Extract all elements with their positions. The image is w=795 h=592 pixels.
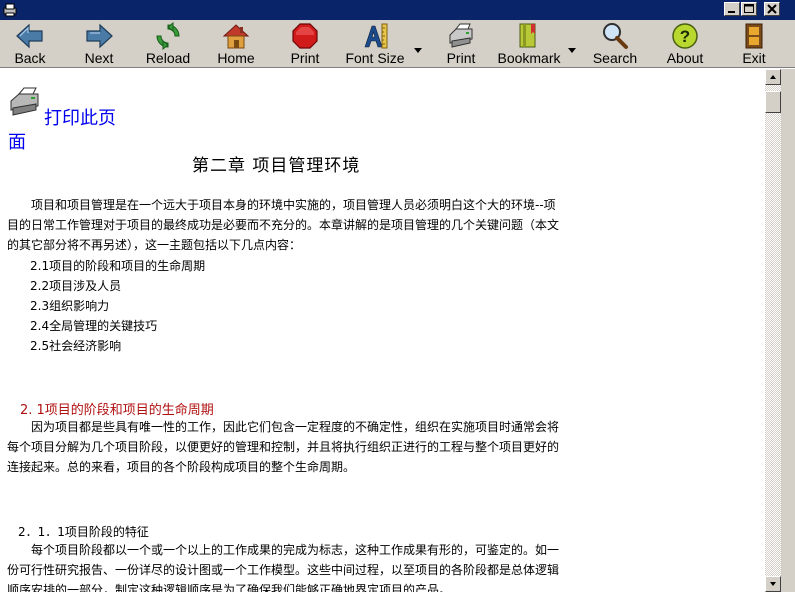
font-size-label: Font Size	[345, 50, 405, 66]
scroll-up-icon	[770, 75, 776, 79]
back-button[interactable]: Back	[12, 22, 48, 66]
toolbar: Back Next Reload Home Print Font Size Pr…	[0, 20, 795, 68]
subsection-line-2: 份可行性研究报告、一份详尽的设计图或一个工作模型。这些中间过程，以至项目的各阶段…	[7, 563, 560, 577]
reload-label: Reload	[145, 50, 191, 66]
back-arrow-icon	[14, 22, 46, 50]
toc-item: 2.2项目涉及人员	[30, 279, 122, 293]
stop-print-button[interactable]: Print	[288, 22, 322, 66]
print-page-link-line2[interactable]: 面	[8, 131, 26, 155]
home-button[interactable]: Home	[216, 22, 256, 66]
exit-label: Exit	[742, 50, 766, 66]
help-icon: ?	[669, 22, 701, 50]
scrollbar-thumb[interactable]	[765, 91, 781, 113]
app-icon[interactable]	[2, 2, 18, 18]
font-size-icon	[359, 22, 391, 50]
subsection-heading: 2．1．1项目阶段的特征	[18, 525, 149, 539]
search-label: Search	[592, 50, 638, 66]
reload-icon	[152, 22, 184, 50]
magnifier-icon	[599, 22, 631, 50]
intro-line-2: 目的日常工作管理对于项目的最终成功是必要而不充分的。本章讲解的是项目管理的几个关…	[7, 218, 560, 232]
scrollbar-track[interactable]	[765, 69, 781, 592]
font-size-button[interactable]: Font Size	[345, 22, 405, 66]
next-button[interactable]: Next	[82, 22, 116, 66]
subsection-line-1: 每个项目阶段都以一个或一个以上的工作成果的完成为标志，这种工作成果有形的，可鉴定…	[31, 543, 560, 557]
document-view: 打印此页 面 第二章 项目管理环境 项目和项目管理是在一个远大于项目本身的环境中…	[0, 69, 778, 592]
maximize-icon	[744, 4, 754, 13]
subsection-paragraph: 每个项目阶段都以一个或一个以上的工作成果的完成为标志，这种工作成果有形的，可鉴定…	[7, 540, 562, 592]
bookmark-button[interactable]: Bookmark	[497, 22, 561, 66]
section-line-1: 因为项目都是些具有唯一性的工作，因此它们包含一定程度的不确定性，组织在实施项目时…	[31, 420, 560, 434]
close-icon	[767, 4, 777, 14]
about-label: About	[666, 50, 704, 66]
bookmark-dropdown-icon[interactable]	[567, 40, 577, 53]
print-page-link-line1[interactable]: 打印此页	[44, 107, 116, 131]
home-label: Home	[217, 50, 255, 66]
exit-button[interactable]: Exit	[740, 22, 768, 66]
section-paragraph: 因为项目都是些具有唯一性的工作，因此它们包含一定程度的不确定性，组织在实施项目时…	[7, 417, 562, 477]
home-icon	[220, 22, 252, 50]
toc-item: 2.5社会经济影响	[30, 339, 122, 353]
printer-icon	[445, 22, 477, 50]
window-frame-right	[781, 69, 795, 592]
scroll-up-button[interactable]	[765, 69, 781, 85]
minimize-icon	[728, 11, 735, 13]
title-bar	[0, 0, 795, 20]
vertical-scrollbar[interactable]	[765, 69, 781, 592]
close-button[interactable]	[764, 2, 780, 16]
stop-icon	[289, 22, 321, 50]
about-button[interactable]: ? About	[666, 22, 704, 66]
bookmark-icon	[513, 22, 545, 50]
section-line-3: 连接起来。总的来看，项目的各个阶段构成项目的整个生命周期。	[7, 460, 356, 474]
svg-text:?: ?	[680, 27, 690, 46]
font-size-dropdown-icon[interactable]	[413, 40, 423, 53]
scroll-down-button[interactable]	[765, 576, 781, 592]
reload-button[interactable]: Reload	[144, 22, 192, 66]
printer-icon[interactable]	[8, 87, 42, 117]
intro-line-1: 项目和项目管理是在一个远大于项目本身的环境中实施的，项目管理人员必须明白这个大的…	[31, 198, 556, 212]
intro-paragraph: 项目和项目管理是在一个远大于项目本身的环境中实施的，项目管理人员必须明白这个大的…	[7, 195, 562, 255]
scroll-down-icon	[770, 582, 776, 586]
toc-item: 2.1项目的阶段和项目的生命周期	[30, 259, 206, 273]
toc-item: 2.4全局管理的关键技巧	[30, 319, 158, 333]
stop-print-label: Print	[290, 50, 320, 66]
back-label: Back	[14, 50, 46, 66]
next-arrow-icon	[83, 22, 115, 50]
section-heading: 2. 1项目的阶段和项目的生命周期	[20, 403, 214, 418]
minimize-button[interactable]	[724, 2, 740, 16]
subsection-line-3: 顺序安排的一部分，制定这种逻辑顺序是为了确保我们能够正确地界定项目的产品。	[7, 583, 452, 592]
section-line-2: 每个项目分解为几个项目阶段，以便更好的管理和控制，并且将执行组织正进行的工程与整…	[7, 440, 560, 454]
toc-item: 2.3组织影响力	[30, 299, 110, 313]
print-label: Print	[446, 50, 476, 66]
search-button[interactable]: Search	[592, 22, 638, 66]
print-button[interactable]: Print	[444, 22, 478, 66]
maximize-button[interactable]	[741, 2, 757, 16]
bookmark-label: Bookmark	[497, 50, 561, 66]
next-label: Next	[84, 50, 114, 66]
exit-icon	[738, 22, 770, 50]
intro-line-3: 的其它部分将不再另述），这一主题包括以下几点内容：	[7, 238, 302, 252]
chapter-title: 第二章 项目管理环境	[192, 156, 361, 176]
